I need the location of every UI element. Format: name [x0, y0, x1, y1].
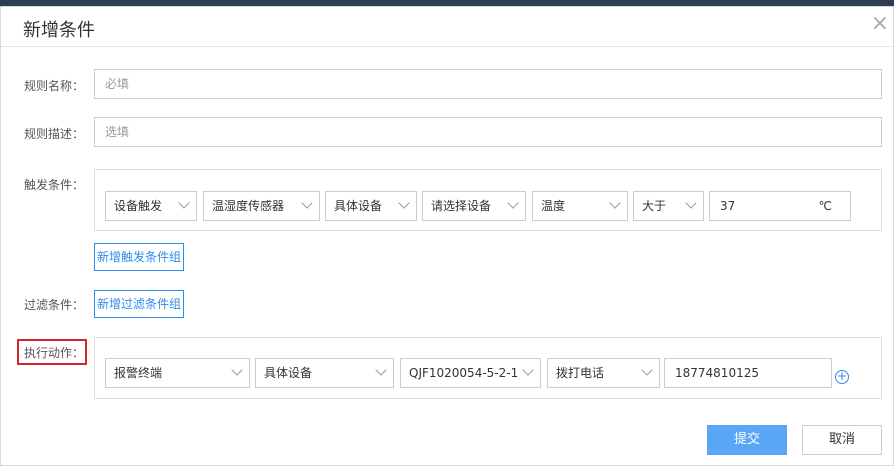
- phone-number-value: 18774810125: [675, 366, 759, 380]
- operator-select[interactable]: 大于: [633, 191, 704, 221]
- chevron-down-icon: [522, 364, 534, 376]
- action-group: 报警终端 具体设备 QJF1020054-5-2-1 拨打电话 18774810…: [94, 337, 882, 399]
- close-icon[interactable]: ×: [871, 13, 889, 35]
- submit-button[interactable]: 提交: [707, 425, 787, 455]
- chevron-down-icon: [507, 197, 519, 209]
- threshold-input[interactable]: 37 ℃: [709, 191, 851, 221]
- chevron-down-icon: [301, 197, 313, 209]
- action-target-select[interactable]: 报警终端: [105, 358, 250, 388]
- dialog-header: 新增条件 ×: [1, 7, 893, 47]
- device-select[interactable]: 请选择设备: [422, 191, 526, 221]
- chevron-down-icon: [685, 197, 697, 209]
- device-scope-value: 具体设备: [334, 199, 383, 213]
- action-label: 执行动作：: [24, 346, 85, 360]
- operator-value: 大于: [642, 199, 667, 213]
- trigger-group: 设备触发 温湿度传感器 具体设备 请选择设备 温度 大于 37 ℃: [94, 169, 882, 231]
- chevron-down-icon: [178, 197, 190, 209]
- action-target-value: 报警终端: [114, 366, 163, 380]
- action-scope-select[interactable]: 具体设备: [255, 358, 394, 388]
- action-device-value: QJF1020054-5-2-1: [409, 366, 519, 380]
- plus-circle-icon[interactable]: +: [835, 370, 849, 384]
- device-category-select[interactable]: 温湿度传感器: [203, 191, 320, 221]
- trigger-type-value: 设备触发: [114, 199, 163, 213]
- add-condition-dialog: 新增条件 × 规则名称： 规则描述： 触发条件： 设备触发 温湿度传感器 具体设…: [0, 6, 894, 466]
- chevron-down-icon: [398, 197, 410, 209]
- device-scope-select[interactable]: 具体设备: [325, 191, 417, 221]
- filter-label: 过滤条件：: [24, 298, 85, 312]
- rule-name-input[interactable]: [94, 69, 882, 99]
- action-device-select[interactable]: QJF1020054-5-2-1: [400, 358, 541, 388]
- threshold-value: 37: [720, 199, 736, 213]
- action-scope-value: 具体设备: [264, 366, 313, 380]
- add-filter-group-button[interactable]: 新增过滤条件组: [94, 290, 185, 318]
- device-category-value: 温湿度传感器: [212, 199, 285, 213]
- device-value: 请选择设备: [431, 199, 492, 213]
- metric-value: 温度: [541, 199, 566, 213]
- rule-desc-label: 规则描述：: [24, 127, 85, 141]
- trigger-label: 触发条件：: [24, 178, 85, 192]
- unit-label: ℃: [818, 199, 832, 213]
- action-type-value: 拨打电话: [556, 366, 605, 380]
- chevron-down-icon: [375, 364, 387, 376]
- action-type-select[interactable]: 拨打电话: [547, 358, 660, 388]
- metric-select[interactable]: 温度: [532, 191, 628, 221]
- add-trigger-group-button[interactable]: 新增触发条件组: [94, 243, 185, 271]
- rule-desc-input[interactable]: [94, 117, 882, 147]
- chevron-down-icon: [641, 364, 653, 376]
- cancel-button[interactable]: 取消: [802, 425, 882, 455]
- dialog-title: 新增条件: [23, 20, 95, 41]
- chevron-down-icon: [231, 364, 243, 376]
- rule-name-label: 规则名称：: [24, 79, 85, 93]
- phone-number-input[interactable]: 18774810125: [664, 358, 832, 388]
- trigger-type-select[interactable]: 设备触发: [105, 191, 197, 221]
- chevron-down-icon: [609, 197, 621, 209]
